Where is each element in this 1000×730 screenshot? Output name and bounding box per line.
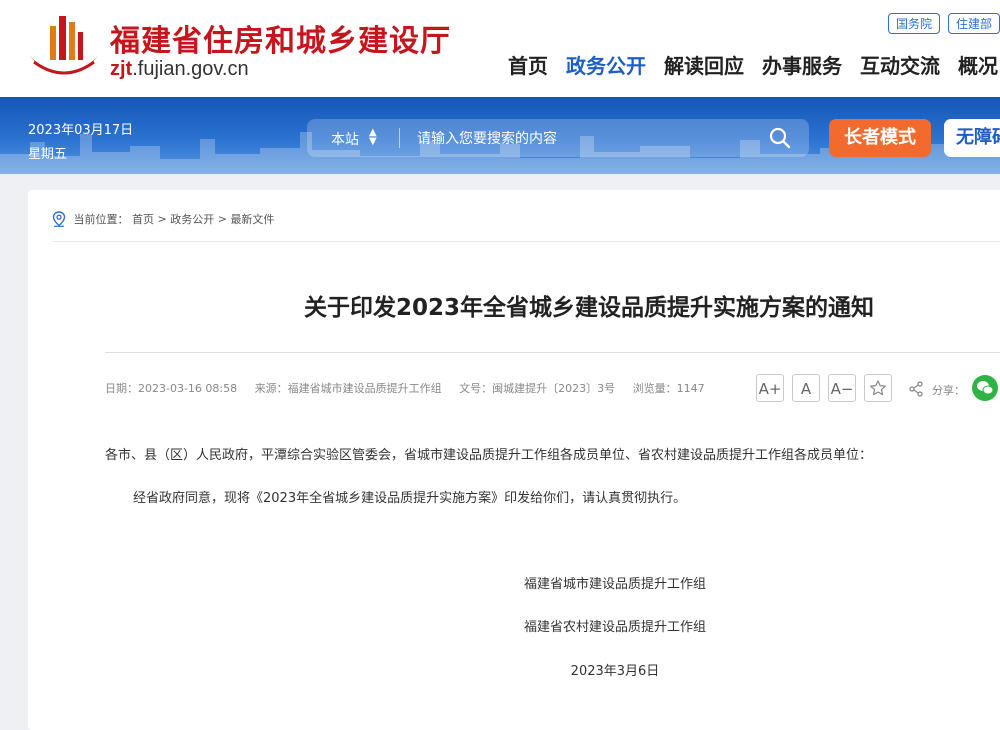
breadcrumb-divider xyxy=(52,241,1000,242)
article-source: 来源：福建省城市建设品质提升工作组 xyxy=(254,382,442,395)
share-label: 分享： xyxy=(932,384,965,397)
quick-links: 国务院 住建部 xyxy=(887,13,1000,34)
share-icon[interactable] xyxy=(908,381,924,397)
search-input[interactable] xyxy=(415,127,759,151)
signature-date: 2023年3月6日 xyxy=(570,664,660,679)
search-bar: 本站 ▲ ▼ xyxy=(307,119,809,157)
search-divider xyxy=(399,128,400,148)
site-url-domain: .fujian.gov.cn xyxy=(132,58,249,80)
title-divider xyxy=(105,352,1000,353)
quick-link-state-council[interactable]: 国务院 xyxy=(887,13,940,34)
breadcrumb-gov-affairs[interactable]: 政务公开 xyxy=(170,213,214,226)
article-title: 关于印发2023年全省城乡建设品质提升实施方案的通知 xyxy=(303,295,874,321)
signature-rural: 福建省农村建设品质提升工作组 xyxy=(523,620,706,635)
breadcrumb-latest-files[interactable]: 最新文件 xyxy=(230,213,274,226)
font-increase-button[interactable]: A+ xyxy=(756,374,784,402)
current-date: 2023年03月17日 xyxy=(28,123,134,138)
favorite-star-icon[interactable] xyxy=(864,374,892,402)
font-default-button[interactable]: A xyxy=(792,374,820,402)
banner: 2023年03月17日 星期五 本站 ▲▼ 长者模式 无障碍 xyxy=(0,97,1000,174)
signature-urban: 福建省城市建设品质提升工作组 xyxy=(523,577,706,592)
current-weekday: 星期五 xyxy=(28,147,68,162)
wechat-icon[interactable] xyxy=(972,375,998,401)
breadcrumb-separator: > xyxy=(157,212,167,226)
breadcrumb: 当前位置： 首页 > 政务公开 > 最新文件 xyxy=(52,211,274,227)
date-box: 2023年03月17日 星期五 xyxy=(28,119,133,167)
view-count: 浏览量：1147 xyxy=(632,382,705,395)
location-pin-icon xyxy=(52,211,66,227)
sort-arrows-icon[interactable]: ▲ ▼ xyxy=(369,128,377,147)
accessibility-button[interactable]: 无障碍 xyxy=(944,119,1000,157)
quick-link-ministry[interactable]: 住建部 xyxy=(947,13,1000,34)
article-meta: 日期：2023-03-16 08:58 来源：福建省城市建设品质提升工作组 文号… xyxy=(105,380,705,396)
site-url[interactable]: zjt.fujian.gov.cn xyxy=(110,58,249,81)
main-nav: 首页 政务公开 解读回应 办事服务 互动交流 概况 xyxy=(508,50,1000,79)
site-title[interactable]: 福建省住房和城乡建设厅 xyxy=(110,16,451,60)
nav-overview[interactable]: 概况 xyxy=(958,50,998,79)
search-scope-select[interactable]: 本站 xyxy=(331,129,359,149)
document-number: 文号：闽城建提升〔2023〕3号 xyxy=(459,382,616,395)
article-body: 经省政府同意，现将《2023年全省城乡建设品质提升实施方案》印发给你们，请认真贯… xyxy=(133,491,687,506)
site-logo-icon[interactable] xyxy=(26,12,102,80)
nav-services[interactable]: 办事服务 xyxy=(762,50,842,79)
article-salutation: 各市、县（区）人民政府，平潭综合实验区管委会，省城市建设品质提升工作组各成员单位… xyxy=(105,448,873,463)
nav-home[interactable]: 首页 xyxy=(508,50,548,79)
site-header: 福建省住房和城乡建设厅 zjt.fujian.gov.cn 国务院 住建部 首页… xyxy=(0,0,1000,97)
nav-interpretation[interactable]: 解读回应 xyxy=(664,50,744,79)
publish-date: 日期：2023-03-16 08:58 xyxy=(105,382,238,395)
site-url-prefix: zjt xyxy=(110,58,133,80)
breadcrumb-home[interactable]: 首页 xyxy=(132,213,154,226)
nav-gov-affairs[interactable]: 政务公开 xyxy=(566,50,646,79)
nav-interaction[interactable]: 互动交流 xyxy=(860,50,940,79)
breadcrumb-separator: > xyxy=(217,212,227,226)
breadcrumb-label: 当前位置： xyxy=(73,213,129,226)
search-icon[interactable] xyxy=(769,127,791,149)
font-decrease-button[interactable]: A− xyxy=(828,374,856,402)
elder-mode-button[interactable]: 长者模式 xyxy=(829,119,931,157)
